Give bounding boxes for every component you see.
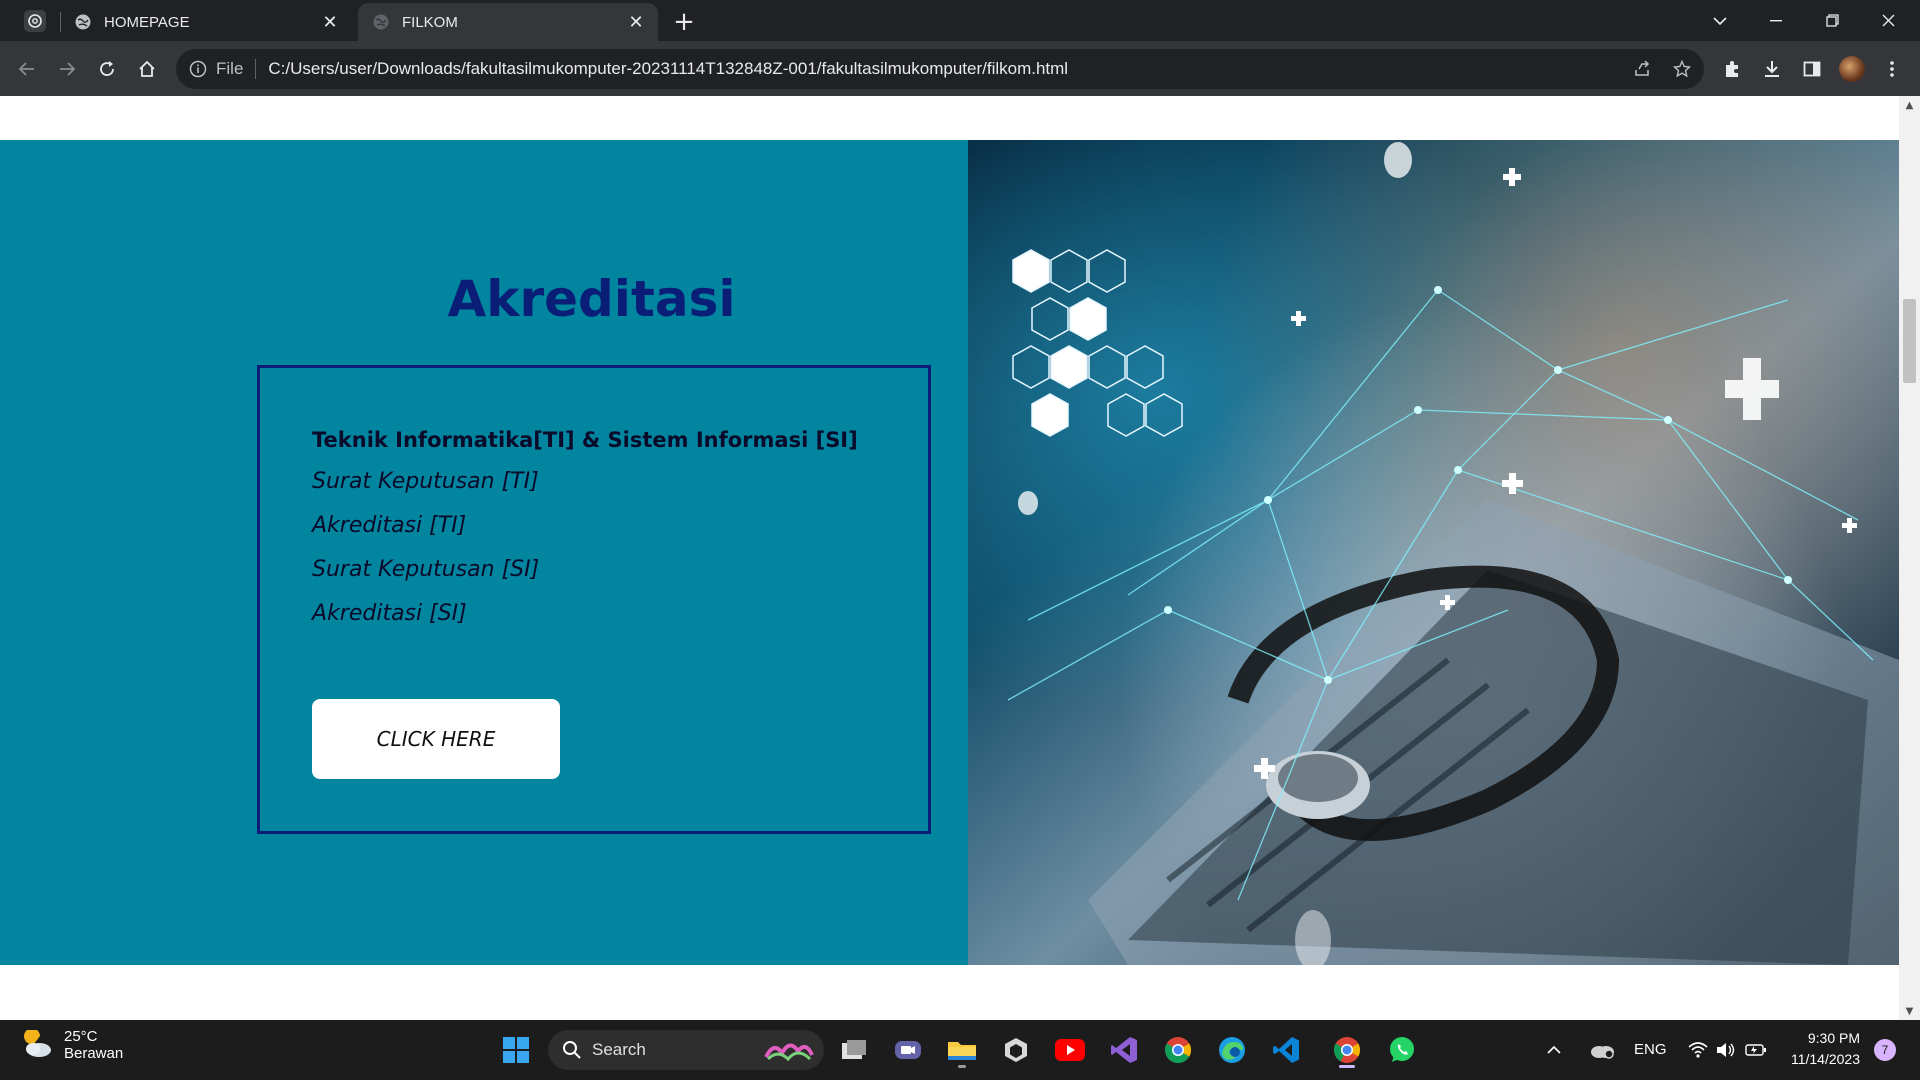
- scheme-label: File: [216, 59, 244, 78]
- chevron-up-icon[interactable]: [1542, 1030, 1566, 1070]
- onedrive-icon[interactable]: [1586, 1030, 1618, 1070]
- active-indicator: [1339, 1065, 1355, 1068]
- accreditation-box: Teknik Informatika[TI] & Sistem Informas…: [257, 365, 931, 834]
- extensions-icon[interactable]: [1716, 53, 1748, 85]
- accreditation-panel: Akreditasi Teknik Informatika[TI] & Sist…: [0, 140, 968, 965]
- tab-filkom[interactable]: FILKOM ✕: [358, 3, 658, 41]
- clock-time[interactable]: 9:30 PM: [1780, 1030, 1860, 1046]
- tab-homepage[interactable]: HOMEPAGE ✕: [60, 3, 352, 41]
- tab-close-icon[interactable]: ✕: [316, 8, 344, 36]
- notification-badge[interactable]: 7: [1874, 1039, 1896, 1061]
- home-icon[interactable]: [131, 53, 163, 85]
- close-window-button[interactable]: [1860, 0, 1916, 41]
- click-here-button[interactable]: CLICK HERE: [312, 699, 560, 779]
- download-icon[interactable]: [1756, 53, 1788, 85]
- info-icon[interactable]: [188, 59, 208, 79]
- browser-toolbar: File C:/Users/user/Downloads/fakultasilm…: [0, 41, 1920, 96]
- clock-date[interactable]: 11/14/2023: [1776, 1051, 1860, 1067]
- tab-label: FILKOM: [402, 13, 458, 31]
- sidepanel-icon[interactable]: [1796, 53, 1828, 85]
- link-surat-keputusan-si[interactable]: Surat Keputusan [SI]: [312, 557, 539, 582]
- scroll-thumb[interactable]: [1903, 299, 1916, 383]
- url-text[interactable]: C:/Users/user/Downloads/fakultasilmukomp…: [268, 59, 1068, 79]
- restore-button[interactable]: [1804, 0, 1860, 41]
- search-placeholder: Search: [592, 1040, 646, 1059]
- visual-studio-icon[interactable]: [1104, 1030, 1144, 1070]
- medical-tech-image: [968, 140, 1899, 965]
- share-icon[interactable]: [1628, 55, 1656, 83]
- task-view-icon[interactable]: [834, 1030, 874, 1070]
- accreditation-section: Akreditasi Teknik Informatika[TI] & Sist…: [0, 140, 1899, 965]
- back-icon[interactable]: [11, 53, 43, 85]
- globe-icon: [75, 14, 91, 30]
- whatsapp-icon[interactable]: [1382, 1030, 1422, 1070]
- weather-temp: 25°C: [64, 1028, 98, 1045]
- link-akreditasi-ti[interactable]: Akreditasi [TI]: [312, 513, 466, 538]
- reload-icon[interactable]: [91, 53, 123, 85]
- file-explorer-icon[interactable]: [942, 1030, 982, 1070]
- program-title: Teknik Informatika[TI] & Sistem Informas…: [312, 428, 858, 452]
- chatgpt-app-icon[interactable]: [24, 10, 46, 32]
- chrome-active-icon[interactable]: [1327, 1030, 1367, 1070]
- weather-condition: Berawan: [64, 1045, 124, 1062]
- page-viewport: Akreditasi Teknik Informatika[TI] & Sist…: [0, 96, 1920, 1020]
- menu-icon[interactable]: [1876, 53, 1908, 85]
- wifi-icon[interactable]: [1684, 1030, 1712, 1070]
- address-bar[interactable]: File C:/Users/user/Downloads/fakultasilm…: [176, 49, 1704, 89]
- search-highlight-icon: [764, 1043, 814, 1062]
- tab-label: HOMEPAGE: [104, 13, 190, 31]
- weather-widget[interactable]: 25°C Berawan: [20, 1028, 123, 1062]
- chrome-icon[interactable]: [1158, 1030, 1198, 1070]
- vscode-icon[interactable]: [1266, 1030, 1306, 1070]
- taskbar-search[interactable]: Search: [548, 1030, 824, 1070]
- start-icon[interactable]: [496, 1030, 536, 1070]
- partly-cloudy-icon: [24, 1030, 51, 1057]
- search-icon: [563, 1041, 581, 1059]
- omnibox-separator: [255, 59, 257, 79]
- link-akreditasi-si[interactable]: Akreditasi [SI]: [312, 601, 467, 626]
- new-tab-button[interactable]: +: [668, 6, 700, 38]
- scroll-down-icon[interactable]: ▼: [1899, 1002, 1920, 1020]
- profile-avatar[interactable]: [1836, 53, 1868, 85]
- battery-icon[interactable]: [1742, 1030, 1770, 1070]
- minimize-button[interactable]: [1748, 0, 1804, 41]
- unity-icon[interactable]: [996, 1030, 1036, 1070]
- running-indicator: [958, 1065, 966, 1068]
- volume-icon[interactable]: [1712, 1030, 1740, 1070]
- forward-icon[interactable]: [51, 53, 83, 85]
- teams-meet-icon[interactable]: [888, 1030, 928, 1070]
- vertical-scrollbar[interactable]: ▲ ▼: [1899, 96, 1920, 1020]
- tab-close-icon[interactable]: ✕: [622, 8, 650, 36]
- scroll-up-icon[interactable]: ▲: [1899, 96, 1920, 114]
- windows-taskbar: 25°C Berawan Search ENG 9:30 PM 11/14/20…: [0, 1020, 1920, 1080]
- tab-search-icon[interactable]: [1692, 0, 1748, 41]
- edge-icon[interactable]: [1212, 1030, 1252, 1070]
- star-icon[interactable]: [1668, 55, 1696, 83]
- globe-icon: [373, 14, 389, 30]
- youtube-icon[interactable]: [1050, 1030, 1090, 1070]
- link-surat-keputusan-ti[interactable]: Surat Keputusan [TI]: [312, 469, 539, 494]
- language-indicator[interactable]: ENG: [1634, 1041, 1667, 1058]
- tab-strip: HOMEPAGE ✕ FILKOM ✕ +: [0, 0, 1920, 41]
